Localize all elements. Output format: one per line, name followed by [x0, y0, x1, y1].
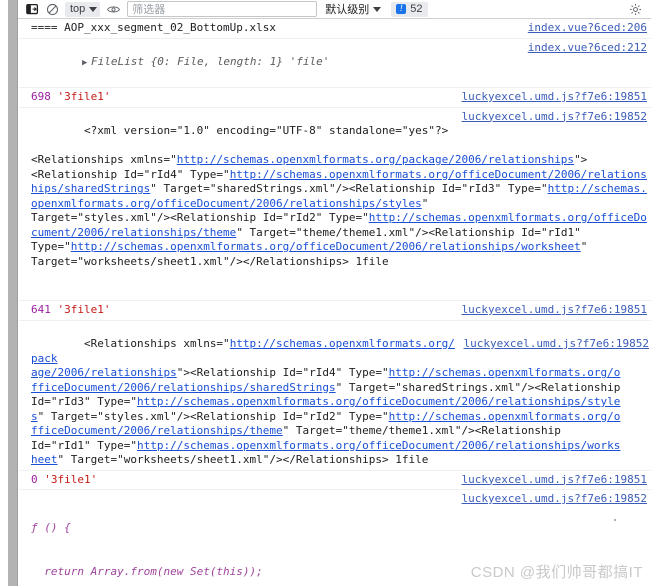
- eye-icon[interactable]: [103, 0, 123, 18]
- console-message-row[interactable]: luckyexcel.umd.js?f7e6:19851 641 '3file1…: [19, 301, 651, 321]
- message-text: '3file1': [57, 90, 111, 103]
- log-level-selector[interactable]: 默认级别: [325, 1, 382, 17]
- console-message-row[interactable]: index.vue?6ced:212 ▶ FileList {0: File, l…: [19, 39, 651, 88]
- function-signature-text: ƒ () {: [31, 521, 71, 534]
- window-left-edge-white: [0, 0, 8, 586]
- execution-context-label: top: [70, 3, 86, 15]
- source-link[interactable]: luckyexcel.umd.js?f7e6:19851: [462, 90, 647, 105]
- source-link[interactable]: luckyexcel.umd.js?f7e6:19851: [462, 303, 647, 318]
- screen-artifact-dot: [614, 519, 616, 521]
- gear-icon[interactable]: [625, 0, 645, 18]
- log-level-label: 默认级别: [325, 4, 370, 16]
- chevron-down-icon: [89, 6, 98, 12]
- console-message-row[interactable]: luckyexcel.umd.js?f7e6:19851 0 '3file1': [19, 471, 651, 490]
- chevron-down-icon: [373, 6, 382, 12]
- devtools-console-panel: top 筛选器 默认级别 52: [0, 0, 651, 586]
- issues-counter[interactable]: 52: [391, 1, 428, 17]
- filter-input[interactable]: 筛选器: [127, 1, 318, 17]
- issues-badge-icon: [396, 2, 407, 14]
- console-message-row[interactable]: luckyexcel.umd.js?f7e6:19852 <Relationshi…: [19, 321, 651, 471]
- source-link[interactable]: luckyexcel.umd.js?f7e6:19852: [462, 110, 647, 125]
- xml-declaration-text: <?xml version="1.0" encoding="UTF-8" sta…: [83, 124, 449, 137]
- clear-console-icon[interactable]: [42, 0, 62, 18]
- console-message-list[interactable]: index.vue?6ced:206 ==== AOP_xxx_segment_…: [19, 19, 651, 586]
- source-link[interactable]: luckyexcel.umd.js?f7e6:19851: [462, 473, 647, 488]
- xml-body-text: <Relationships xmlns="http://schemas.ope…: [31, 337, 621, 466]
- inspect-element-icon[interactable]: [22, 0, 42, 18]
- source-link[interactable]: index.vue?6ced:206: [528, 21, 647, 36]
- message-text: ==== AOP_xxx_segment_02_BottomUp.xlsx: [31, 21, 277, 34]
- message-text: FileList {0: File, length: 1} 'file': [90, 55, 330, 68]
- message-number: 698: [31, 90, 51, 103]
- console-message-row[interactable]: index.vue?6ced:206 ==== AOP_xxx_segment_…: [19, 19, 651, 39]
- source-link[interactable]: luckyexcel.umd.js?f7e6:19852: [464, 337, 649, 352]
- message-number: 0: [31, 472, 38, 486]
- xml-body-text: <Relationships xmlns="http://schemas.ope…: [31, 153, 647, 268]
- source-link[interactable]: luckyexcel.umd.js?f7e6:19852: [462, 492, 647, 507]
- console-message-row[interactable]: luckyexcel.umd.js?f7e6:19851 698 '3file1…: [19, 88, 651, 108]
- issues-count-label: 52: [410, 3, 423, 15]
- expand-arrow-icon[interactable]: ▶: [82, 56, 91, 71]
- watermark-text: CSDN @我们帅哥都搞IT: [470, 564, 643, 581]
- source-link[interactable]: index.vue?6ced:212: [528, 41, 647, 56]
- message-number: 641: [31, 303, 51, 316]
- message-text: '3file1': [57, 303, 111, 316]
- message-text: '3file1': [44, 472, 98, 486]
- filter-placeholder: 筛选器: [132, 4, 166, 16]
- console-message-row[interactable]: luckyexcel.umd.js?f7e6:19852 <?xml versi…: [19, 108, 651, 301]
- execution-context-selector[interactable]: top: [65, 1, 101, 17]
- console-toolbar: top 筛选器 默认级别 52: [18, 0, 651, 19]
